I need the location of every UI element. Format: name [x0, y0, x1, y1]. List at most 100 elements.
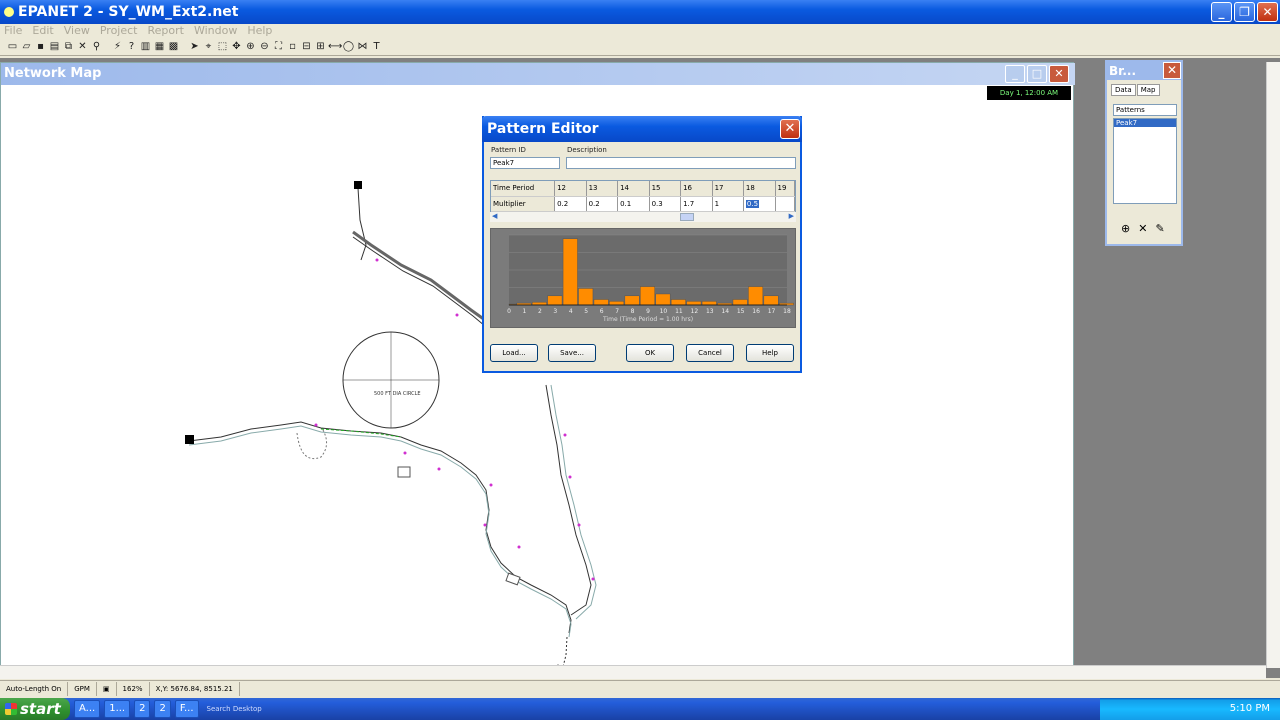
add-valve-icon[interactable]: ⋈	[356, 40, 369, 53]
browser-object-list[interactable]: Peak7	[1113, 118, 1177, 204]
taskbar-task[interactable]: 1...	[104, 700, 131, 718]
multiplier-cell[interactable]: 0.1	[617, 196, 650, 212]
multiplier-cell[interactable]: 1.7	[680, 196, 713, 212]
multiplier-grid[interactable]: Time Period 12 13 14 15 16 17 18 19 Mult…	[490, 180, 796, 216]
multiplier-cell-selected[interactable]: 0.5	[743, 196, 776, 212]
edit-object-icon[interactable]: ✎	[1155, 222, 1164, 235]
period-cell: 18	[743, 181, 776, 197]
menu-file[interactable]: File	[4, 24, 28, 40]
reservoir-north[interactable]	[354, 181, 362, 189]
taskbar-task[interactable]: F...	[174, 700, 199, 718]
ok-button[interactable]: OK	[626, 344, 674, 362]
chart-x-tick-label: 7	[615, 308, 619, 315]
map-horizontal-scrollbar[interactable]	[0, 665, 1266, 679]
select-region-icon[interactable]: ⬚	[216, 40, 229, 53]
options-icon[interactable]: ▩	[167, 40, 180, 53]
maximize-button[interactable]: ❐	[1234, 2, 1255, 22]
auto-length-status[interactable]: Auto-Length On	[0, 681, 69, 696]
add-reservoir-icon[interactable]: ⊟	[300, 40, 313, 53]
query-icon[interactable]: ?	[125, 40, 138, 53]
add-object-icon[interactable]: ⊕	[1121, 222, 1130, 235]
minimize-button[interactable]: _	[1211, 2, 1232, 22]
chart-bar	[655, 293, 671, 306]
zoom-out-icon[interactable]: ⊖	[258, 40, 271, 53]
select-vertex-icon[interactable]: ⌖	[202, 40, 215, 53]
taskbar-task[interactable]: A...	[74, 700, 101, 718]
menu-report[interactable]: Report	[147, 24, 189, 40]
zoom-in-icon[interactable]: ⊕	[244, 40, 257, 53]
browser-close-button[interactable]: ✕	[1163, 62, 1181, 79]
netmap-maximize-button[interactable]: □	[1027, 65, 1047, 83]
browser-list-item[interactable]: Peak7	[1114, 119, 1176, 127]
chart-x-tick-label: 18	[783, 308, 791, 315]
tank-mid[interactable]	[397, 466, 411, 478]
browser-category-select[interactable]: Patterns	[1113, 104, 1177, 116]
menu-window[interactable]: Window	[194, 24, 243, 40]
multiplier-header: Multiplier	[491, 196, 556, 212]
period-cell: 12	[554, 181, 587, 197]
multiplier-cell[interactable]	[775, 196, 796, 212]
pattern-editor-close-button[interactable]: ✕	[780, 119, 800, 139]
multiplier-cell[interactable]: 0.2	[586, 196, 619, 212]
delete-object-icon[interactable]: ✕	[1138, 222, 1147, 235]
pan-icon[interactable]: ✥	[230, 40, 243, 53]
multiplier-cell[interactable]: 0.2	[554, 196, 587, 212]
chart-x-axis-label: Time (Time Period = 1.00 hrs)	[602, 316, 693, 323]
multiplier-cell[interactable]: 1	[712, 196, 744, 212]
menu-project[interactable]: Project	[100, 24, 144, 40]
chart-bar	[562, 238, 578, 306]
description-field[interactable]	[566, 157, 796, 169]
pattern-id-field[interactable]: Peak7	[490, 157, 560, 169]
search-desktop-field[interactable]: Search Desktop	[207, 701, 327, 717]
flow-units-status: GPM	[68, 681, 97, 696]
full-extent-icon[interactable]: ⛶	[272, 40, 285, 53]
save-file-icon[interactable]: ▪	[34, 40, 47, 53]
netmap-close-button[interactable]: ✕	[1049, 65, 1069, 83]
select-arrow-icon[interactable]: ➤	[188, 40, 201, 53]
menu-edit[interactable]: Edit	[32, 24, 59, 40]
taskbar-task[interactable]: 2	[134, 700, 151, 718]
run-icon[interactable]: ⚡	[111, 40, 124, 53]
close-button[interactable]: ✕	[1257, 2, 1278, 22]
chart-bar	[593, 299, 609, 306]
scroll-thumb[interactable]	[680, 213, 694, 221]
browser-tab-data[interactable]: Data	[1111, 84, 1136, 96]
chart-x-tick-label: 13	[706, 308, 714, 315]
chart-bar	[640, 286, 655, 306]
browser-panel: Br... ✕ Data Map Patterns Peak7 ⊕ ✕ ✎	[1105, 60, 1183, 246]
table-icon[interactable]: ▦	[153, 40, 166, 53]
menu-help[interactable]: Help	[247, 24, 278, 40]
add-pump-icon[interactable]: ◯	[342, 40, 355, 53]
cancel-button[interactable]: Cancel	[686, 344, 734, 362]
save-button[interactable]: Save...	[548, 344, 596, 362]
grid-horizontal-scrollbar[interactable]: ◀ ▶	[490, 212, 796, 222]
open-file-icon[interactable]: ▱	[20, 40, 33, 53]
map-vertical-scrollbar[interactable]	[1266, 62, 1280, 668]
load-button[interactable]: Load...	[490, 344, 538, 362]
reservoir-west[interactable]	[185, 435, 194, 444]
map-circle-label: 500 FT DIA CIRCLE	[374, 391, 421, 397]
scroll-left-icon[interactable]: ◀	[492, 212, 497, 220]
chart-x-tick-label: 6	[600, 308, 604, 315]
add-label-icon[interactable]: T	[370, 40, 383, 53]
graph-icon[interactable]: ▥	[139, 40, 152, 53]
print-icon[interactable]: ▤	[48, 40, 61, 53]
add-tank-icon[interactable]: ⊞	[314, 40, 327, 53]
time-period-header: Time Period	[491, 181, 556, 197]
copy-icon[interactable]: ⧉	[62, 40, 75, 53]
add-junction-icon[interactable]: ▫	[286, 40, 299, 53]
netmap-minimize-button[interactable]: _	[1005, 65, 1025, 83]
new-file-icon[interactable]: ▭	[6, 40, 19, 53]
scroll-right-icon[interactable]: ▶	[789, 212, 794, 220]
start-button[interactable]: start	[0, 698, 70, 720]
pattern-editor-dialog: Pattern Editor ✕ Pattern ID Peak7 Descri…	[482, 116, 802, 373]
taskbar-task[interactable]: 2	[154, 700, 171, 718]
help-button[interactable]: Help	[746, 344, 794, 362]
add-pipe-icon[interactable]: ⟷	[328, 40, 342, 53]
valve-box-southwest[interactable]	[505, 572, 521, 586]
find-icon[interactable]: ⚲	[90, 40, 103, 53]
browser-tab-map[interactable]: Map	[1136, 84, 1160, 96]
multiplier-cell[interactable]: 0.3	[649, 196, 682, 212]
menu-view[interactable]: View	[64, 24, 96, 40]
delete-icon[interactable]: ✕	[76, 40, 89, 53]
